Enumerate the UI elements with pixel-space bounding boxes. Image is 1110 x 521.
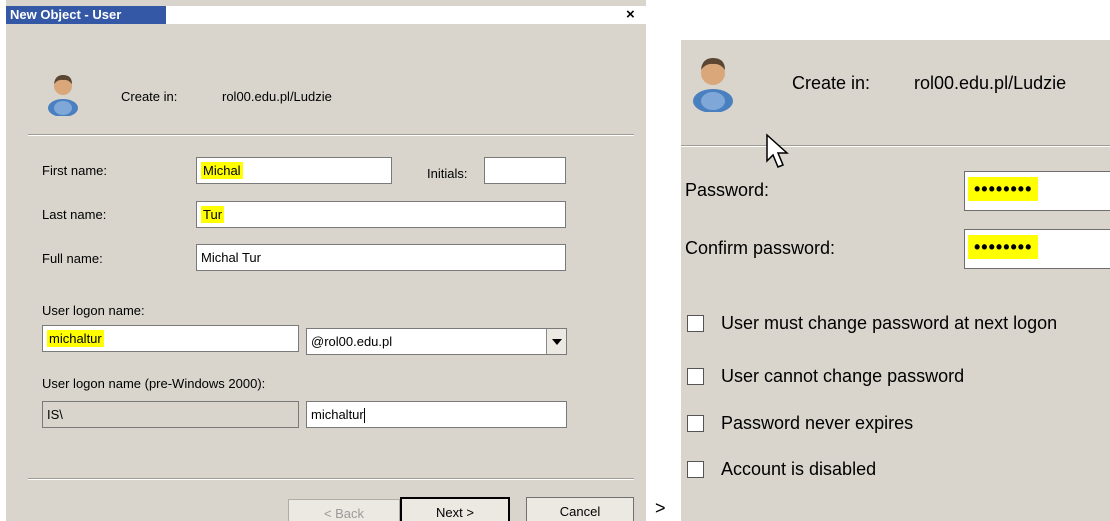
first-name-value: Michal <box>201 162 243 179</box>
user-icon-large <box>693 58 733 112</box>
logon-name-label: User logon name: <box>42 303 145 318</box>
zoomed-password-panel: Create in: rol00.edu.pl/Ludzie Password:… <box>681 40 1110 521</box>
pre2000-logon-value: michaltur <box>311 407 364 422</box>
logon-name-value: michaltur <box>47 330 104 347</box>
mouse-cursor-icon <box>766 133 789 168</box>
logon-name-field[interactable]: michaltur <box>42 325 299 352</box>
confirm-password-field[interactable]: •••••••• <box>964 229 1110 269</box>
create-in-label-zoom: Create in: <box>792 73 871 93</box>
checkbox-label: User must change password at next logon <box>721 313 1058 333</box>
checkbox-label: Password never expires <box>721 413 914 433</box>
password-field[interactable]: •••••••• <box>964 171 1110 211</box>
confirm-password-value: •••••••• <box>968 235 1039 259</box>
close-button[interactable]: × <box>626 6 635 24</box>
checkbox-label: Account is disabled <box>721 459 877 479</box>
password-label: Password: <box>685 180 770 200</box>
dropdown-arrow-icon[interactable] <box>546 329 566 354</box>
between-arrow: > <box>655 498 666 518</box>
first-name-label: First name: <box>42 163 108 178</box>
separator <box>28 134 634 136</box>
full-name-label: Full name: <box>42 251 103 266</box>
pre2000-domain-field: IS\ <box>42 401 299 428</box>
first-name-field[interactable]: Michal <box>196 157 392 184</box>
checkbox-box[interactable] <box>687 315 704 332</box>
cancel-button[interactable]: Cancel <box>526 497 634 521</box>
separator-bottom <box>28 478 634 480</box>
password-value: •••••••• <box>968 177 1039 201</box>
checkbox-label: User cannot change password <box>721 366 965 386</box>
back-button[interactable]: < Back <box>288 499 400 521</box>
text-caret <box>363 408 365 424</box>
last-name-field[interactable]: Tur <box>196 201 566 228</box>
initials-field[interactable] <box>484 157 566 184</box>
checkbox-box[interactable] <box>687 368 704 385</box>
confirm-password-label: Confirm password: <box>685 238 836 258</box>
domain-value: @rol00.edu.pl <box>311 334 393 349</box>
create-in-value: rol00.edu.pl/Ludzie <box>222 89 332 104</box>
full-name-field[interactable]: Michal Tur <box>196 244 566 271</box>
last-name-label: Last name: <box>42 207 107 222</box>
create-in-value-zoom: rol00.edu.pl/Ludzie <box>914 73 1067 93</box>
separator-zoom <box>681 145 1110 147</box>
dialog-title: New Object - User <box>6 6 166 24</box>
next-button[interactable]: Next > <box>400 497 510 521</box>
title-bar: New Object - User × <box>6 6 646 24</box>
new-user-dialog: New Object - User × Create in: rol00.edu… <box>6 0 646 521</box>
pre2000-logon-field[interactable]: michaltur <box>306 401 567 428</box>
last-name-value: Tur <box>201 206 225 223</box>
pre2000-label: User logon name (pre-Windows 2000): <box>42 376 266 391</box>
create-in-label: Create in: <box>121 89 178 104</box>
user-icon <box>48 75 78 116</box>
checkbox-box[interactable] <box>687 461 704 478</box>
initials-label: Initials: <box>427 166 468 181</box>
checkbox-box[interactable] <box>687 415 704 432</box>
domain-select[interactable]: @rol00.edu.pl <box>306 328 567 355</box>
